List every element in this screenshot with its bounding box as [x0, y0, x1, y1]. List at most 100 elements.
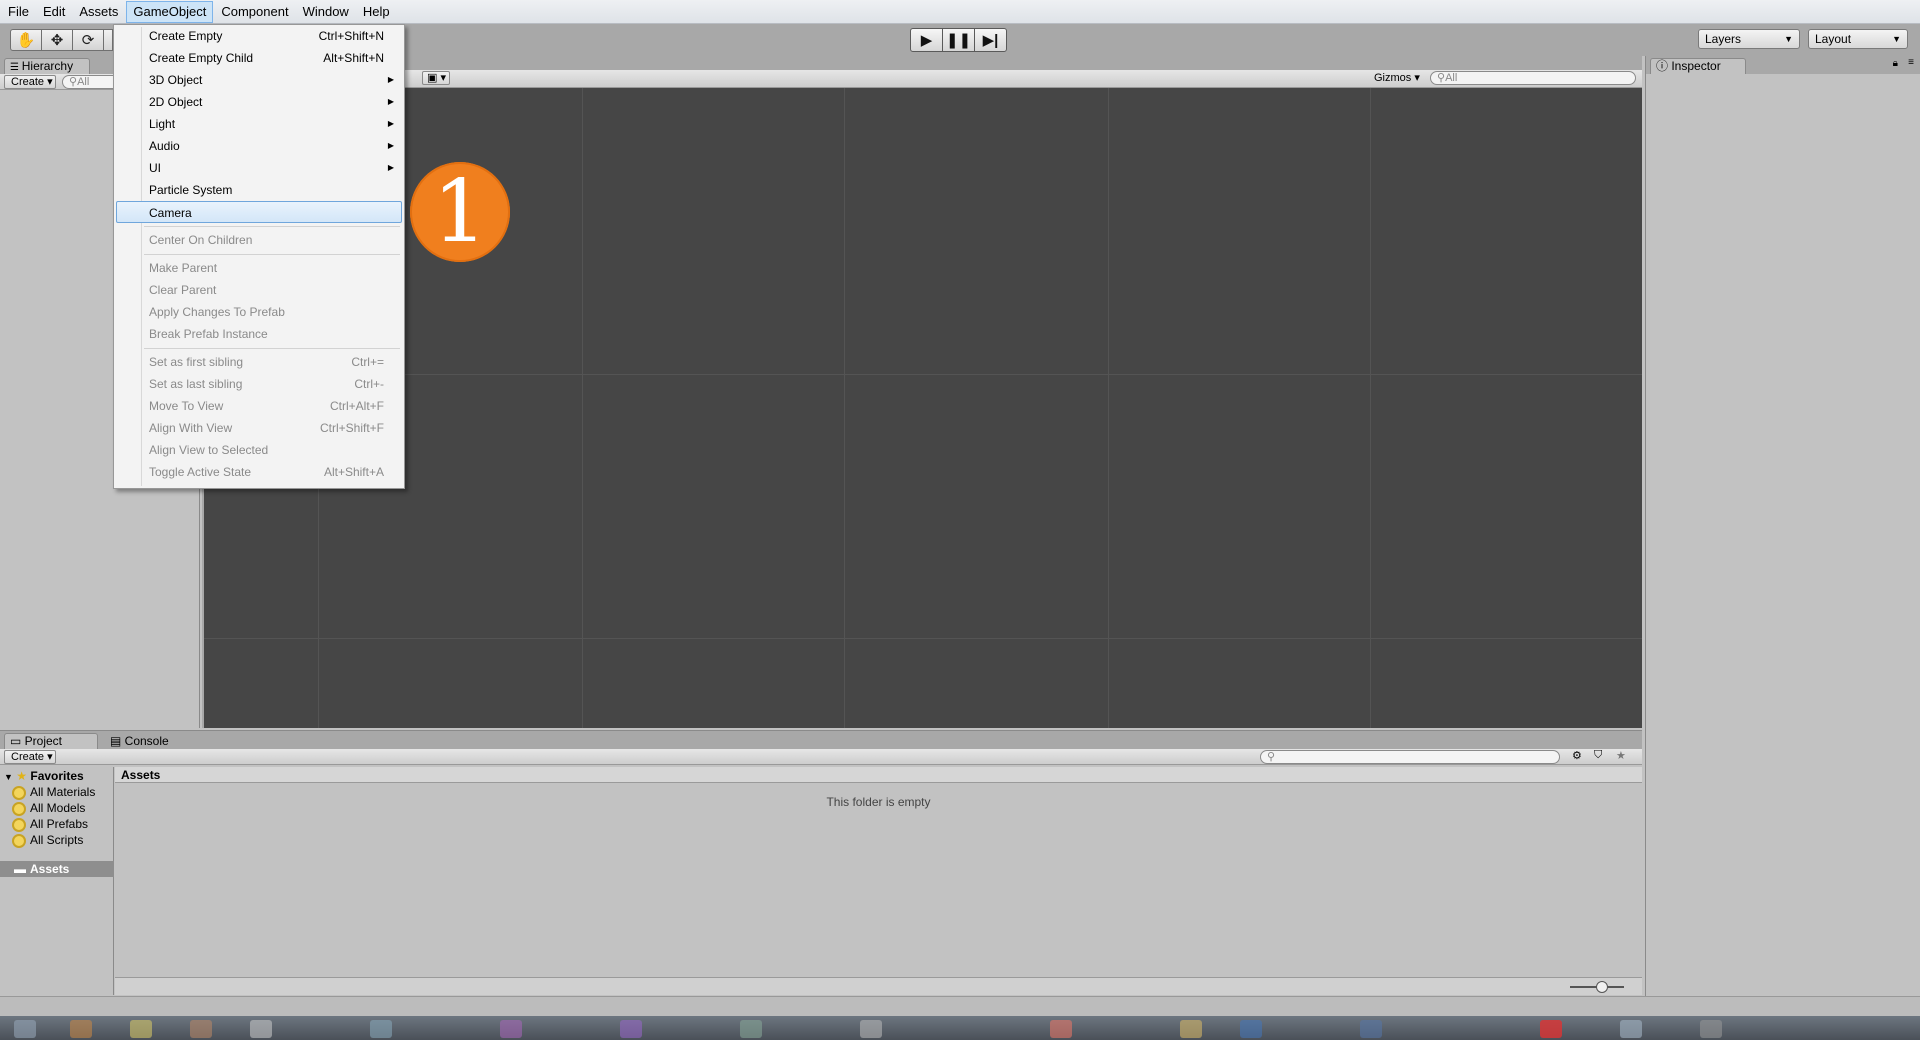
rotate-tool-button[interactable]: ⟳	[72, 29, 104, 51]
favorites-item[interactable]: All Models	[12, 801, 85, 816]
taskbar-app-icon[interactable]	[1540, 1020, 1562, 1038]
tab-project[interactable]: ▭ Project	[4, 733, 98, 749]
filter-label-icon[interactable]: ⛉	[1594, 749, 1602, 762]
menu-item-create-empty[interactable]: Create Empty Ctrl+Shift+N	[116, 25, 402, 47]
taskbar-app-icon[interactable]	[1700, 1020, 1722, 1038]
menu-item-clear-parent[interactable]: Clear Parent	[116, 279, 402, 301]
move-tool-button[interactable]: ✥	[41, 29, 73, 51]
taskbar-app-icon[interactable]	[620, 1020, 642, 1038]
layout-dropdown[interactable]: Layout ▼	[1808, 29, 1908, 49]
taskbar-app-icon[interactable]	[500, 1020, 522, 1038]
panel-menu-icon[interactable]: ≡	[1908, 57, 1914, 68]
taskbar-app-icon[interactable]	[1240, 1020, 1262, 1038]
project-content: Assets This folder is empty	[115, 767, 1642, 995]
rotate-icon: ⟳	[81, 32, 95, 49]
tab-hierarchy-label: Hierarchy	[21, 59, 74, 73]
scene-search-input[interactable]: ⚲All	[1430, 71, 1636, 85]
play-button[interactable]: ▶	[910, 28, 943, 52]
gameobject-menu: Create Empty Ctrl+Shift+N Create Empty C…	[113, 24, 405, 489]
taskbar-app-icon[interactable]	[70, 1020, 92, 1038]
menu-item-center-on-children[interactable]: Center On Children	[116, 229, 402, 251]
project-search-input[interactable]: ⚲	[1260, 750, 1560, 764]
taskbar-app-icon[interactable]	[1180, 1020, 1202, 1038]
taskbar-app-icon[interactable]	[190, 1020, 212, 1038]
taskbar-app-icon[interactable]	[1050, 1020, 1072, 1038]
menu-component[interactable]: Component	[215, 1, 294, 23]
menu-item-label: 3D Object	[149, 73, 203, 87]
assets-folder-item[interactable]: ▬ Assets	[0, 861, 114, 877]
menu-item-label: Light	[149, 117, 176, 131]
inspector-panel: ⓘ Inspector 🔒︎ ≡	[1645, 56, 1920, 996]
taskbar-app-icon[interactable]	[250, 1020, 272, 1038]
menu-item-ui[interactable]: UI ▶	[116, 157, 402, 179]
search-icon: ⚲	[69, 76, 78, 88]
icon-size-slider-thumb[interactable]	[1596, 981, 1608, 993]
star-icon[interactable]: ★	[1616, 749, 1626, 762]
gizmos-dropdown[interactable]: Gizmos ▾	[1370, 72, 1420, 86]
menu-help[interactable]: Help	[357, 1, 396, 23]
tab-console-label: Console	[124, 734, 169, 748]
menu-item-label: Camera	[149, 206, 192, 220]
favorites-item-label: All Scripts	[30, 833, 84, 847]
tab-console[interactable]: ▤ Console	[104, 733, 184, 749]
project-create-button[interactable]: Create ▾	[4, 750, 56, 764]
lock-icon[interactable]: 🔒︎	[1893, 58, 1898, 69]
menu-item-light[interactable]: Light ▶	[116, 113, 402, 135]
menu-assets[interactable]: Assets	[73, 1, 124, 23]
scale-tool-button[interactable]	[103, 29, 113, 51]
favorites-header[interactable]: ▼ ★ Favorites	[4, 769, 84, 783]
menu-item-make-parent[interactable]: Make Parent	[116, 257, 402, 279]
hand-tool-button[interactable]: ✋	[10, 29, 42, 51]
taskbar-app-icon[interactable]	[740, 1020, 762, 1038]
step-button[interactable]: ▶|	[974, 28, 1007, 52]
hierarchy-create-button[interactable]: Create ▾	[4, 75, 56, 89]
menu-gameobject[interactable]: GameObject	[126, 0, 214, 23]
menu-separator	[144, 254, 400, 255]
menu-separator	[144, 226, 400, 227]
menu-item-audio[interactable]: Audio ▶	[116, 135, 402, 157]
menu-item-label: Create Empty	[149, 29, 223, 43]
menu-item-create-empty-child[interactable]: Create Empty Child Alt+Shift+N	[116, 47, 402, 69]
menu-item-move-to-view[interactable]: Move To View Ctrl+Alt+F	[116, 395, 402, 417]
menu-item-3d-object[interactable]: 3D Object ▶	[116, 69, 402, 91]
dropdown-arrow-icon: ▼	[1892, 34, 1901, 44]
menu-item-2d-object[interactable]: 2D Object ▶	[116, 91, 402, 113]
submenu-arrow-icon: ▶	[387, 119, 394, 128]
menu-item-camera[interactable]: Camera	[116, 201, 402, 223]
taskbar-app-icon[interactable]	[860, 1020, 882, 1038]
favorites-item[interactable]: All Materials	[12, 785, 95, 800]
menu-item-set-first-sibling[interactable]: Set as first sibling Ctrl+=	[116, 351, 402, 373]
menu-window[interactable]: Window	[297, 1, 355, 23]
menu-item-toggle-active-state[interactable]: Toggle Active State Alt+Shift+A	[116, 461, 402, 483]
list-icon: ☰	[10, 62, 22, 73]
taskbar-app-icon[interactable]	[14, 1020, 36, 1038]
tab-hierarchy[interactable]: ☰ Hierarchy	[4, 58, 90, 74]
pause-button[interactable]: ❚❚	[942, 28, 975, 52]
taskbar-app-icon[interactable]	[130, 1020, 152, 1038]
menu-item-shortcut: Ctrl+Alt+F	[329, 399, 384, 413]
menu-item-align-with-view[interactable]: Align With View Ctrl+Shift+F	[116, 417, 402, 439]
menu-item-label: Create Empty Child	[149, 51, 254, 65]
favorites-item[interactable]: All Prefabs	[12, 817, 89, 832]
menu-file[interactable]: File	[2, 1, 35, 23]
taskbar-app-icon[interactable]	[1620, 1020, 1642, 1038]
tab-inspector[interactable]: ⓘ Inspector	[1650, 58, 1746, 74]
menu-item-break-prefab-instance[interactable]: Break Prefab Instance	[116, 323, 402, 345]
status-bar	[0, 996, 1920, 1016]
favorites-item-label: All Prefabs	[30, 817, 89, 831]
favorites-item[interactable]: All Scripts	[12, 833, 84, 848]
scene-image-dropdown[interactable]: ▣ ▾	[422, 71, 450, 85]
menu-item-apply-changes-to-prefab[interactable]: Apply Changes To Prefab	[116, 301, 402, 323]
submenu-arrow-icon: ▶	[387, 75, 394, 84]
filter-type-icon[interactable]: ⚙	[1572, 749, 1582, 762]
taskbar-app-icon[interactable]	[1360, 1020, 1382, 1038]
grid-line	[204, 638, 1642, 639]
menu-item-particle-system[interactable]: Particle System	[116, 179, 402, 201]
taskbar-app-icon[interactable]	[370, 1020, 392, 1038]
menu-item-align-view-to-selected[interactable]: Align View to Selected	[116, 439, 402, 461]
gizmos-label: Gizmos	[1374, 72, 1412, 84]
menu-item-set-last-sibling[interactable]: Set as last sibling Ctrl+-	[116, 373, 402, 395]
menu-edit[interactable]: Edit	[37, 1, 71, 23]
layers-dropdown[interactable]: Layers ▼	[1698, 29, 1800, 49]
breadcrumb[interactable]: Assets	[115, 767, 1642, 783]
